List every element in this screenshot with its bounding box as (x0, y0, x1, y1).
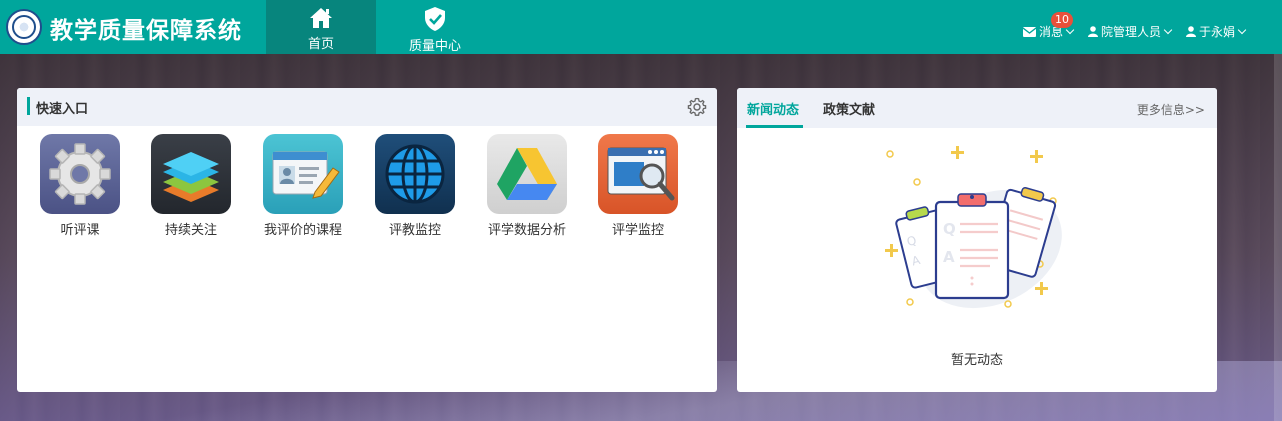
quick-entry-tile[interactable]: 评教监控 (370, 134, 460, 240)
news-panel: 新闻动态 政策文献 更多信息>> Q A Q A 暂无动态 (737, 88, 1217, 392)
news-tabs-header: 新闻动态 政策文献 更多信息>> (737, 88, 1217, 128)
tile-label: 评学数据分析 (487, 223, 566, 238)
quick-entry-tile[interactable]: 评学数据分析 (482, 134, 572, 240)
tile-label: 持续关注 (164, 223, 217, 238)
settings-gear-icon[interactable] (687, 97, 707, 117)
user-menu[interactable]: 于永娟 (1186, 23, 1247, 40)
tab-policy-documents[interactable]: 政策文献 (823, 99, 875, 118)
title-accent-bar (27, 97, 30, 115)
shield-check-icon (425, 7, 445, 31)
quick-entry-panel: 快速入口 听评课 持续关注 我评价的课程 评教监控 评学数据分析 评学监控 (17, 88, 717, 392)
gear-app-icon (40, 134, 120, 214)
user-name: 于永娟 (1199, 25, 1236, 39)
quick-entry-tile[interactable]: 我评价的课程 (258, 134, 348, 240)
tile-label: 评教监控 (388, 223, 441, 238)
user-icon (1186, 26, 1196, 37)
nav-home[interactable]: 首页 (266, 0, 376, 54)
home-icon (310, 8, 332, 28)
role-menu[interactable]: 院管理人员 (1088, 23, 1173, 40)
nav-quality-label: 质量中心 (408, 39, 461, 54)
tile-label: 听评课 (60, 223, 100, 238)
tile-label: 我评价的课程 (263, 223, 342, 238)
empty-state-text: 暂无动态 (950, 353, 1003, 368)
role-label: 院管理人员 (1101, 25, 1162, 39)
nav-quality-center[interactable]: 质量中心 (380, 0, 490, 54)
chevron-down-icon (1237, 25, 1247, 34)
empty-clipboard-illustration: Q A Q A (885, 146, 1062, 309)
more-info-link[interactable]: 更多信息>> (1137, 101, 1205, 118)
nav-home-label: 首页 (307, 37, 334, 52)
tile-label: 评学监控 (611, 223, 664, 238)
top-navbar: 教学质量保障系统 首页 质量中心 消息 10 院管理人员 于永娟 (0, 0, 1282, 54)
quick-entry-title: 快速入口 (36, 102, 89, 117)
drive-triangle-icon (487, 134, 567, 214)
quick-entry-tile[interactable]: 听评课 (35, 134, 125, 240)
window-magnifier-icon (598, 134, 678, 214)
id-card-pencil-icon (263, 134, 343, 214)
globe-app-icon (375, 134, 455, 214)
quick-entry-header: 快速入口 (17, 88, 717, 126)
scrollbar[interactable] (1274, 54, 1282, 421)
envelope-icon (1023, 26, 1036, 37)
quick-entry-tile[interactable]: 评学监控 (593, 134, 683, 240)
university-logo (6, 9, 42, 45)
active-tab-underline (746, 125, 803, 128)
user-icon (1088, 26, 1098, 37)
message-count-badge: 10 (1051, 12, 1073, 28)
tab-news[interactable]: 新闻动态 (747, 99, 799, 118)
app-title: 教学质量保障系统 (50, 18, 242, 44)
quick-entry-tile[interactable]: 持续关注 (146, 134, 236, 240)
svg-text:Q: Q (943, 220, 956, 238)
svg-text:A: A (943, 248, 955, 266)
layers-app-icon (151, 134, 231, 214)
chevron-down-icon (1163, 25, 1173, 34)
